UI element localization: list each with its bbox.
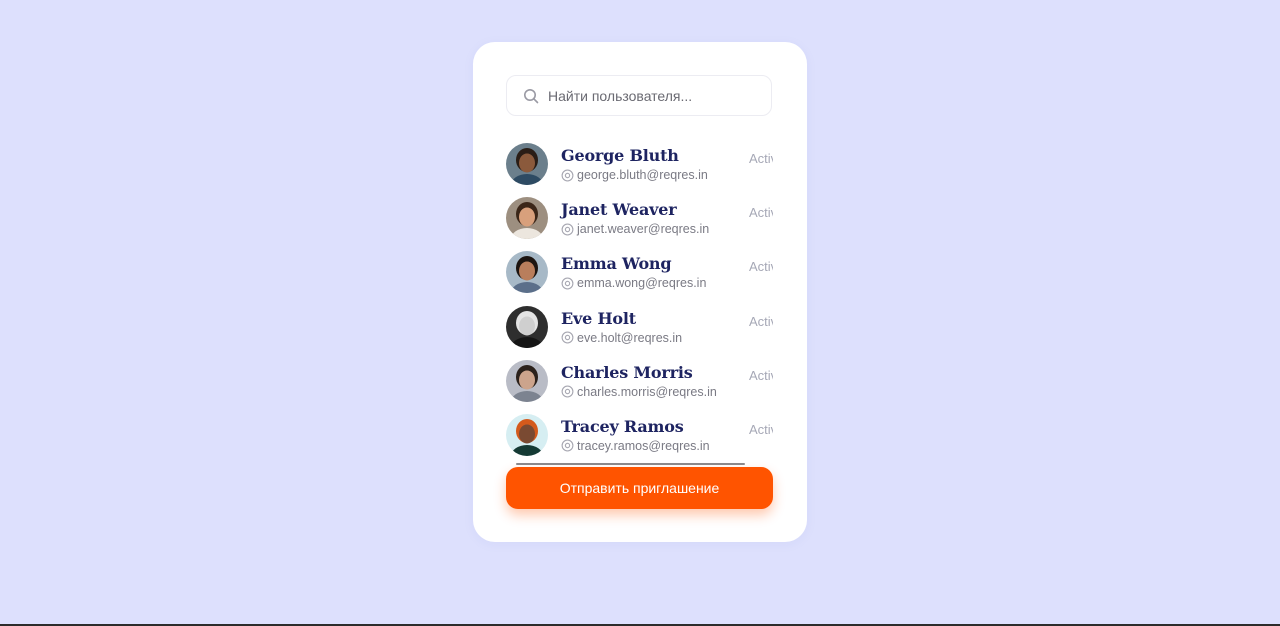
at-sign-icon (561, 277, 574, 290)
user-email: charles.morris@reqres.in (577, 384, 717, 399)
user-status: Active (749, 205, 773, 221)
user-email-line: tracey.ramos@reqres.in (561, 439, 710, 453)
list-scrollbar[interactable] (516, 463, 745, 465)
user-status: Active (749, 313, 773, 329)
user-list-item[interactable]: Charles Morris charles.morris@reqres.in … (506, 358, 773, 412)
user-email-line: george.bluth@reqres.in (561, 168, 708, 182)
user-avatar (506, 305, 548, 348)
at-sign-icon (561, 169, 574, 181)
user-list-item[interactable]: Eve Holt eve.holt@reqres.in Active (506, 304, 773, 358)
user-status: Active (749, 151, 773, 166)
at-sign-icon (561, 385, 574, 398)
at-sign-icon (561, 223, 574, 236)
user-email: emma.wong@reqres.in (577, 276, 707, 291)
users-list[interactable]: George Bluth george.bluth@reqres.in Acti… (506, 141, 773, 465)
user-status: Active (749, 367, 773, 383)
users-card: George Bluth george.bluth@reqres.in Acti… (473, 42, 807, 542)
user-name: Tracey Ramos (561, 416, 684, 436)
user-name: George Bluth (561, 146, 679, 165)
user-avatar (506, 143, 548, 185)
user-email-line: emma.wong@reqres.in (561, 276, 706, 290)
at-sign-icon (561, 439, 574, 452)
user-email: eve.holt@reqres.in (577, 330, 683, 345)
user-email: janet.weaver@reqres.in (577, 222, 710, 237)
user-avatar (506, 251, 548, 294)
user-name: Charles Morris (561, 362, 693, 382)
user-email-line: janet.weaver@reqres.in (561, 222, 709, 236)
user-name: Janet Weaver (561, 200, 677, 220)
user-email-line: charles.morris@reqres.in (561, 385, 717, 399)
user-list-item[interactable]: Janet Weaver janet.weaver@reqres.in Acti… (506, 195, 773, 249)
user-name: Emma Wong (561, 254, 672, 274)
user-list-item[interactable]: George Bluth george.bluth@reqres.in Acti… (506, 141, 773, 195)
user-list-item[interactable]: Tracey Ramos tracey.ramos@reqres.in Acti… (506, 412, 773, 465)
user-avatar (506, 197, 548, 240)
user-email-line: eve.holt@reqres.in (561, 331, 682, 345)
send-invite-button[interactable]: Отправить приглашение (506, 467, 773, 509)
search-input[interactable] (548, 76, 763, 115)
at-sign-icon (561, 331, 574, 344)
user-status: Active (749, 259, 773, 275)
user-email: tracey.ramos@reqres.in (577, 438, 710, 453)
user-avatar (506, 413, 548, 456)
user-list-item[interactable]: Emma Wong emma.wong@reqres.in Active (506, 249, 773, 303)
user-email: george.bluth@reqres.in (577, 168, 708, 182)
search-box[interactable] (506, 75, 772, 116)
user-name: Eve Holt (561, 308, 636, 328)
user-avatar (506, 359, 548, 402)
user-status: Active (749, 421, 773, 437)
search-icon (524, 89, 539, 104)
